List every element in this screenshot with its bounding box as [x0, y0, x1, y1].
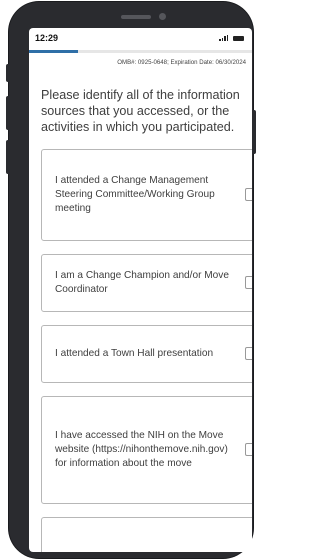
option-label: I have accessed the NIH on the Move webs… [55, 430, 228, 469]
phone-screen: 12:29 OMB#: 0925-0648; Expiration Date: … [29, 28, 252, 552]
option-label: I attended a Town Hall presentation [55, 348, 214, 359]
power-button [252, 110, 256, 154]
question-text: Please identify all of the information s… [41, 88, 240, 134]
survey-progress-bar [29, 50, 252, 53]
survey-progress-fill [29, 50, 79, 53]
option-partial[interactable] [41, 517, 252, 552]
phone-frame: 12:29 OMB#: 0925-0648; Expiration Date: … [9, 2, 253, 558]
option-checkbox[interactable] [245, 188, 252, 201]
option-steering-committee[interactable]: I attended a Change Management Steering … [41, 149, 252, 241]
status-bar: 12:29 [29, 28, 252, 50]
option-town-hall[interactable]: I attended a Town Hall presentation [41, 325, 252, 383]
cell-signal-icon [219, 35, 228, 41]
front-camera [159, 13, 166, 20]
speaker-grille [121, 15, 151, 19]
option-checkbox[interactable] [245, 347, 252, 360]
volume-up-button [6, 96, 10, 130]
status-time: 12:29 [35, 33, 59, 43]
option-label: I am a Change Champion and/or Move Coord… [55, 270, 229, 295]
omb-notice: OMB#: 0925-0648; Expiration Date: 06/30/… [117, 59, 246, 66]
option-checkbox[interactable] [245, 443, 252, 456]
options-list: I attended a Change Management Steering … [41, 149, 252, 552]
option-move-website[interactable]: I have accessed the NIH on the Move webs… [41, 396, 252, 504]
option-change-champion[interactable]: I am a Change Champion and/or Move Coord… [41, 254, 252, 312]
battery-icon [233, 36, 244, 41]
volume-down-button [6, 140, 10, 174]
option-label: I attended a Change Management Steering … [55, 175, 215, 214]
mute-switch [6, 64, 10, 82]
option-checkbox[interactable] [245, 276, 252, 289]
